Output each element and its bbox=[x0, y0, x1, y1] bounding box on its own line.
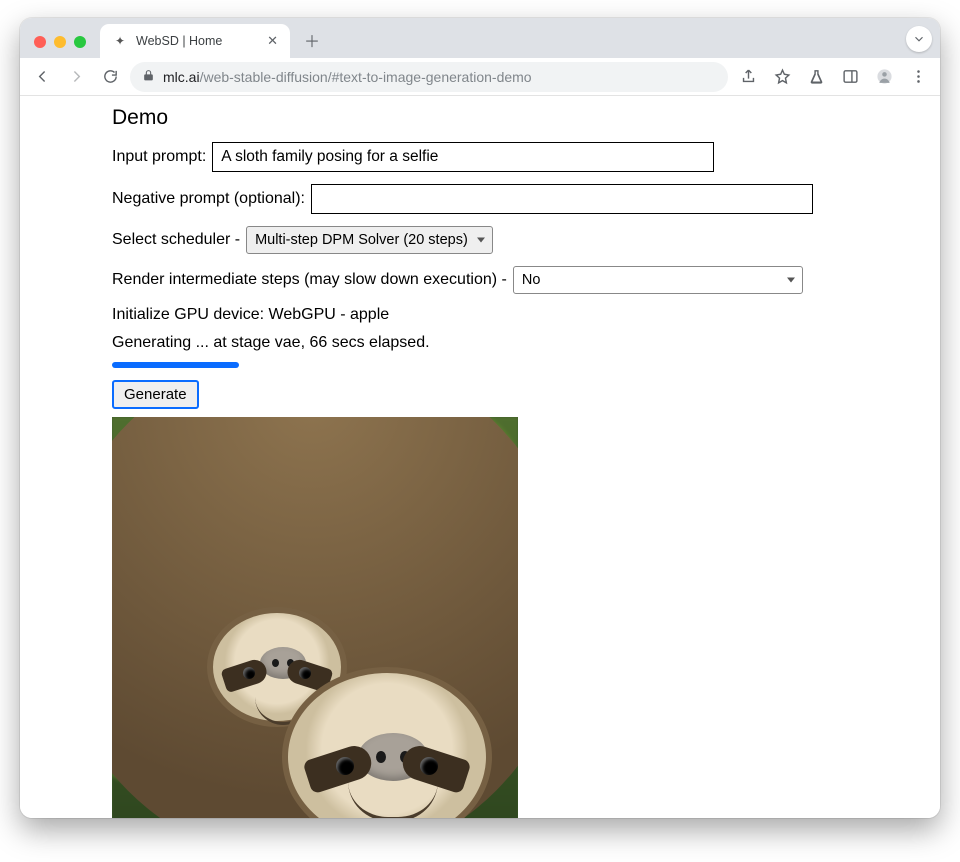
tab-title: WebSD | Home bbox=[136, 34, 259, 48]
page-viewport: Demo Input prompt: Negative prompt (opti… bbox=[20, 96, 940, 818]
url-host: mlc.ai bbox=[163, 69, 200, 85]
scheduler-row: Select scheduler - Multi-step DPM Solver… bbox=[112, 226, 940, 254]
side-panel-icon[interactable] bbox=[836, 63, 864, 91]
generate-button[interactable]: Generate bbox=[112, 380, 199, 409]
progress-bar bbox=[112, 362, 752, 368]
render-steps-row: Render intermediate steps (may slow down… bbox=[112, 266, 940, 294]
traffic-maximize[interactable] bbox=[74, 36, 86, 48]
render-steps-select[interactable]: No bbox=[513, 266, 803, 294]
nav-reload-button[interactable] bbox=[96, 63, 124, 91]
browser-window: ✦ WebSD | Home ✕ ＋ mlc.ai/web-stable-dif… bbox=[20, 18, 940, 818]
status-line: Generating ... at stage vae, 66 secs ela… bbox=[112, 334, 940, 352]
input-prompt-field[interactable] bbox=[212, 142, 714, 172]
negative-prompt-label: Negative prompt (optional): bbox=[112, 190, 305, 208]
page-heading: Demo bbox=[112, 106, 940, 130]
input-prompt-label: Input prompt: bbox=[112, 148, 206, 166]
negative-prompt-field[interactable] bbox=[311, 184, 813, 214]
progress-fill bbox=[112, 362, 239, 368]
address-bar[interactable]: mlc.ai/web-stable-diffusion/#text-to-ima… bbox=[130, 62, 728, 92]
tab-favicon-icon: ✦ bbox=[112, 33, 128, 49]
share-button[interactable] bbox=[734, 63, 762, 91]
url-path: /web-stable-diffusion/#text-to-image-gen… bbox=[200, 69, 532, 85]
bookmark-star-icon[interactable] bbox=[768, 63, 796, 91]
chrome-menu-icon[interactable] bbox=[904, 63, 932, 91]
traffic-close[interactable] bbox=[34, 36, 46, 48]
tab-close-icon[interactable]: ✕ bbox=[267, 33, 278, 49]
tab-search-button[interactable] bbox=[906, 26, 932, 52]
scheduler-label: Select scheduler - bbox=[112, 231, 240, 249]
input-prompt-row: Input prompt: bbox=[112, 142, 940, 172]
scheduler-select[interactable]: Multi-step DPM Solver (20 steps) bbox=[246, 226, 493, 254]
address-url: mlc.ai/web-stable-diffusion/#text-to-ima… bbox=[163, 69, 532, 85]
browser-toolbar: mlc.ai/web-stable-diffusion/#text-to-ima… bbox=[20, 58, 940, 96]
render-select-wrap: No bbox=[513, 266, 803, 294]
traffic-minimize[interactable] bbox=[54, 36, 66, 48]
profile-avatar-icon[interactable] bbox=[870, 63, 898, 91]
nav-back-button[interactable] bbox=[28, 63, 56, 91]
render-steps-label: Render intermediate steps (may slow down… bbox=[112, 271, 507, 289]
demo-page: Demo Input prompt: Negative prompt (opti… bbox=[112, 104, 940, 818]
generated-image bbox=[112, 417, 518, 818]
tab-strip: ✦ WebSD | Home ✕ ＋ bbox=[20, 18, 940, 58]
new-tab-button[interactable]: ＋ bbox=[298, 26, 326, 54]
init-device-line: Initialize GPU device: WebGPU - apple bbox=[112, 306, 940, 324]
negative-prompt-row: Negative prompt (optional): bbox=[112, 184, 940, 214]
lock-icon bbox=[142, 69, 155, 85]
extensions-lab-icon[interactable] bbox=[802, 63, 830, 91]
scheduler-select-wrap: Multi-step DPM Solver (20 steps) bbox=[246, 226, 493, 254]
window-traffic-lights bbox=[28, 36, 92, 58]
nav-forward-button[interactable] bbox=[62, 63, 90, 91]
browser-tab-active[interactable]: ✦ WebSD | Home ✕ bbox=[100, 24, 290, 58]
